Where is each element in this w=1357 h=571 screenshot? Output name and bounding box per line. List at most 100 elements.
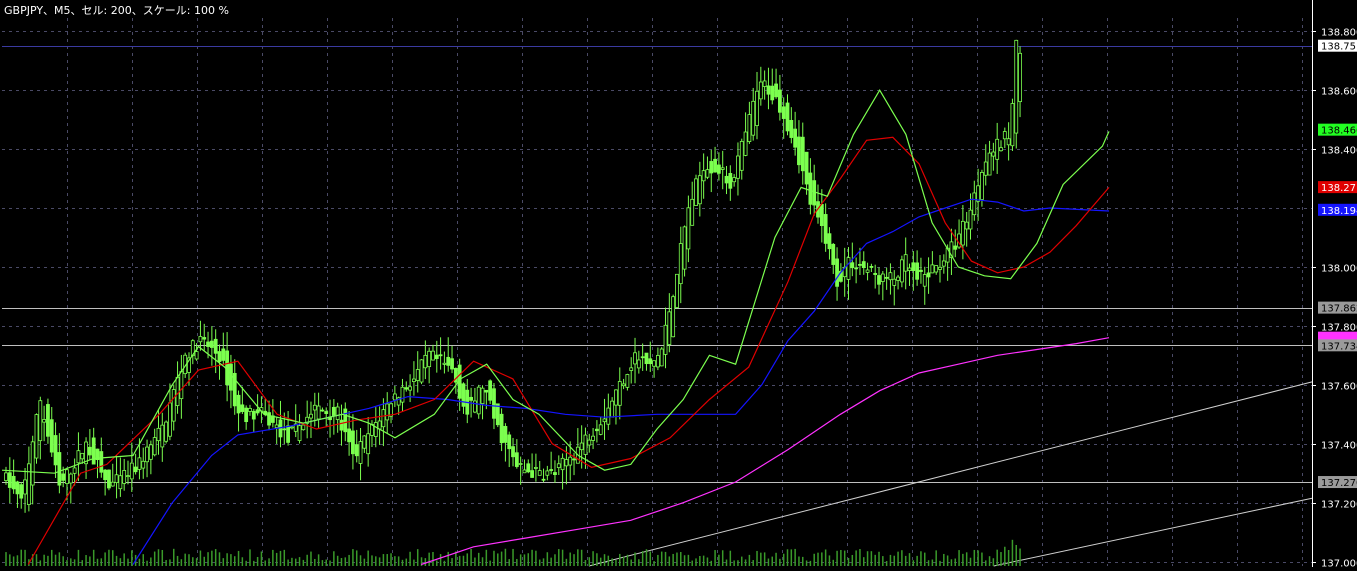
candle-body [808, 172, 813, 205]
candle-body [320, 409, 325, 412]
candle-body [503, 426, 508, 443]
candle-body [514, 452, 519, 467]
candle-body [617, 381, 622, 406]
candle-body [495, 403, 500, 426]
candle-body [899, 259, 904, 283]
chart-title: GBPJPY、M5、セル: 200、スケール: 100 % [4, 4, 229, 17]
candle-body [930, 264, 935, 274]
candle-body [1018, 52, 1022, 103]
candle-body [209, 340, 214, 348]
candle-body [819, 204, 824, 227]
candle-body [709, 161, 714, 174]
candle-body [861, 261, 866, 268]
candle-body [736, 155, 740, 179]
candle-body [23, 479, 27, 495]
price-tag-label: 138.271 [1321, 183, 1357, 194]
candle-body [583, 434, 588, 455]
candle-body [1014, 39, 1019, 134]
candle-body [99, 451, 104, 473]
candle-body [206, 341, 210, 347]
candle-body [694, 178, 698, 206]
candle-body [114, 474, 119, 484]
candle-body [1010, 103, 1015, 147]
candle-body [716, 164, 721, 174]
candle-body [686, 207, 691, 250]
candle-body [827, 233, 832, 250]
candle-body [244, 407, 249, 423]
candle-body [362, 435, 367, 449]
candle-body [377, 420, 382, 430]
chart-root[interactable]: 138.800138.600138.400138.000137.800137.6… [0, 0, 1357, 570]
candle-body [964, 221, 969, 230]
candle-body [591, 435, 595, 441]
candle-body [335, 406, 340, 420]
candle-body [621, 383, 626, 387]
price-chart[interactable]: 138.800138.600138.400138.000137.800137.6… [0, 0, 1357, 570]
candle-body [126, 475, 130, 478]
candle-body [804, 151, 809, 185]
axis-tick-label: 137.600 [1321, 382, 1357, 393]
candle-body [907, 267, 912, 271]
candle-body [381, 409, 386, 428]
candle-body [640, 356, 645, 359]
trendline [993, 497, 1313, 567]
candle-body [648, 358, 653, 365]
candle-body [148, 444, 153, 460]
candle-body [915, 262, 920, 280]
candle-body [678, 243, 683, 285]
candle-body [953, 245, 958, 250]
candle-body [541, 478, 546, 481]
candle-body [373, 422, 378, 437]
candle-body [286, 425, 291, 443]
candle-body [57, 452, 62, 486]
candle-body [743, 131, 748, 156]
candle-body [255, 409, 260, 414]
candle-body [941, 260, 946, 267]
candle-body [11, 475, 16, 490]
candle-body [701, 170, 706, 182]
candle-body [400, 386, 405, 403]
candle-body [800, 136, 805, 172]
candle-body [732, 177, 737, 183]
candle-body [880, 273, 885, 282]
candle-body [873, 272, 878, 275]
candle-body [68, 473, 73, 484]
candle-body [545, 470, 550, 476]
ma-long-line [421, 337, 1110, 566]
candle-body [572, 458, 576, 461]
candle-body [884, 276, 889, 279]
candle-body [91, 437, 96, 465]
candle-body [774, 83, 778, 98]
candle-body [983, 161, 988, 176]
candle-body [781, 106, 786, 119]
candle-body [999, 147, 1003, 152]
candle-body [168, 402, 172, 437]
candle-body [404, 387, 409, 390]
candle-body [34, 414, 39, 459]
price-axis: 138.800138.600138.400138.000137.800137.6… [1312, 0, 1357, 570]
candle-body [107, 469, 111, 489]
candle-body [518, 463, 523, 465]
candle-body [290, 426, 294, 429]
candle-body [473, 400, 477, 413]
candle-body [739, 140, 744, 171]
candle-body [777, 89, 782, 113]
candle-body [38, 400, 43, 442]
candle-body [534, 467, 538, 469]
candle-body [797, 136, 801, 166]
candle-body [194, 351, 199, 360]
candle-body [972, 192, 977, 216]
candle-body [812, 180, 817, 206]
candle-body [103, 469, 108, 481]
candle-body [87, 446, 92, 456]
candle-body [560, 457, 565, 471]
candle-body [747, 114, 752, 143]
candle-body [652, 360, 656, 367]
candle-body [549, 469, 554, 471]
price-tag-label: 137.862 [1321, 304, 1357, 315]
candle-body [919, 269, 923, 272]
candle-body [240, 404, 245, 412]
candle-body [309, 413, 313, 419]
ma-mid-line [27, 136, 1110, 565]
axis-tick-label: 138.000 [1321, 264, 1357, 275]
